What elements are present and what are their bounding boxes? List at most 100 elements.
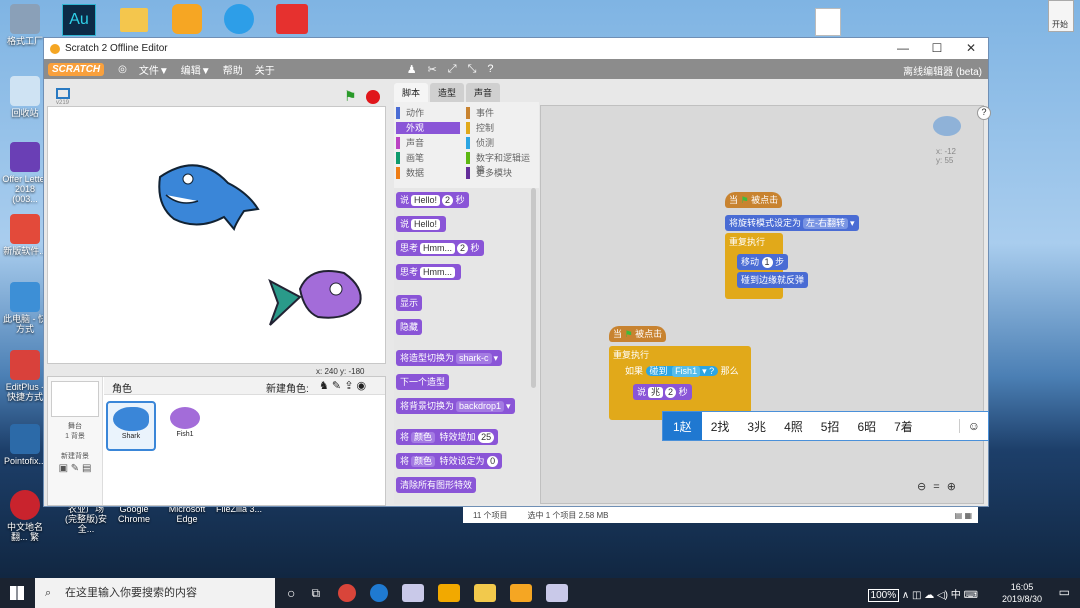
block-next-costume[interactable]: 下一个造型 bbox=[396, 374, 450, 390]
top-right-widget[interactable]: 开始 bbox=[1048, 0, 1074, 32]
touching-dropdown[interactable]: Fish1 bbox=[672, 366, 701, 377]
block-number[interactable]: 0 bbox=[487, 456, 499, 467]
app-taskbar-icon[interactable] bbox=[402, 584, 425, 602]
category-motion[interactable]: 动作 bbox=[396, 107, 460, 119]
block-switch-backdrop[interactable]: 将背景切换为 backdrop1 ▾ bbox=[396, 398, 515, 414]
scratch-taskbar-icon[interactable] bbox=[510, 584, 533, 602]
move-steps-block[interactable]: 移动 1 步 bbox=[737, 254, 789, 270]
ime-candidate[interactable]: 6昭 bbox=[848, 418, 885, 435]
desktop-icon-chrome[interactable]: Google Chrome bbox=[112, 504, 156, 524]
say-text-input[interactable]: 兆 bbox=[648, 387, 664, 398]
fullscreen-icon[interactable] bbox=[56, 88, 70, 99]
category-events[interactable]: 事件 bbox=[466, 107, 530, 119]
qq-browser-icon[interactable] bbox=[224, 4, 254, 34]
delete-icon[interactable]: ✂ bbox=[428, 63, 437, 76]
when-flag-clicked-hat[interactable]: 当 ⚑ 被点击 bbox=[609, 326, 667, 342]
say-for-secs-block[interactable]: 说兆2 秒 bbox=[633, 384, 692, 400]
block-input[interactable]: Hmm... bbox=[420, 243, 456, 254]
shark-sprite[interactable] bbox=[158, 164, 260, 232]
ime-candidate[interactable]: 5招 bbox=[812, 418, 849, 435]
grow-icon[interactable]: ⤢ bbox=[448, 63, 457, 76]
block-say-for-secs[interactable]: 说 Hello! 2 秒 bbox=[396, 192, 469, 208]
block-number[interactable]: 2 bbox=[665, 387, 677, 398]
tab-scripts[interactable]: 脚本 bbox=[394, 83, 429, 102]
block-input[interactable]: Hello! bbox=[411, 219, 441, 230]
minimize-button[interactable]: — bbox=[886, 38, 920, 59]
category-sound[interactable]: 声音 bbox=[396, 137, 460, 149]
category-data[interactable]: 数据 bbox=[396, 167, 460, 179]
tray-icons[interactable]: 100% ∧ ◫ ☁ ◁) 中 ⌨ bbox=[867, 586, 978, 602]
view-toggle-icons[interactable]: ▤ ▦ bbox=[955, 511, 972, 520]
desktop-icon-pdf[interactable]: Offer Letter 2018 (003... bbox=[2, 142, 48, 204]
category-operators[interactable]: 数字和逻辑运算 bbox=[466, 152, 530, 175]
menu-help[interactable]: 帮助 bbox=[223, 62, 243, 77]
zoom-out-icon[interactable]: ⊖ bbox=[917, 481, 926, 493]
rotation-dropdown[interactable]: 左-右翻转 bbox=[803, 218, 849, 229]
category-more[interactable]: 更多模块 bbox=[466, 167, 530, 179]
block-think[interactable]: 思考 Hmm... bbox=[396, 264, 462, 280]
block-number[interactable]: 2 bbox=[457, 243, 469, 254]
tab-costumes[interactable]: 造型 bbox=[430, 83, 465, 102]
block-number[interactable]: 2 bbox=[442, 195, 454, 206]
forever-block[interactable]: 重复执行 bbox=[609, 346, 751, 420]
ime-candidate[interactable]: 3兆 bbox=[738, 418, 775, 435]
app2-taskbar-icon[interactable] bbox=[546, 584, 569, 602]
cortana-icon[interactable]: ○ bbox=[287, 585, 295, 601]
stage-thumbnail-column[interactable]: 舞台 1 背景 新建背景 ▣ ✎ ▤ bbox=[48, 377, 103, 505]
green-flag-icon[interactable]: ⚑ bbox=[344, 88, 357, 105]
notification-icon[interactable]: ▭ bbox=[1059, 585, 1070, 599]
bounce-on-edge-block[interactable]: 碰到边缘就反弹 bbox=[737, 272, 809, 288]
duplicate-icon[interactable]: ♟ bbox=[407, 63, 417, 76]
desktop-icon-software[interactable]: 新版软件... bbox=[2, 214, 48, 256]
chrome-taskbar-icon[interactable] bbox=[338, 584, 357, 602]
desktop-top-icon-audition[interactable]: Au bbox=[62, 4, 96, 36]
desktop-icon-pointofix[interactable]: Pointofix... bbox=[2, 424, 48, 466]
globe-icon[interactable]: ◎ bbox=[118, 64, 127, 75]
block-set-effect[interactable]: 将颜色 特效设定为 0 bbox=[396, 453, 503, 469]
sprite-tile-shark[interactable]: Shark bbox=[106, 401, 156, 451]
ime-candidate[interactable]: 1赵 bbox=[663, 412, 702, 440]
app-icon-s[interactable] bbox=[172, 4, 202, 34]
desktop-icon-this-pc[interactable]: 此电脑 - 快方式 bbox=[2, 282, 48, 334]
ime-candidate[interactable]: 4照 bbox=[775, 418, 812, 435]
task-view-icon[interactable]: ⧉ bbox=[311, 586, 320, 601]
when-flag-clicked-hat[interactable]: 当 ⚑ 被点击 bbox=[725, 192, 783, 208]
block-show[interactable]: 显示 bbox=[396, 295, 423, 311]
set-rotation-style-block[interactable]: 将旋转模式设定为 左-右翻转 ▾ bbox=[725, 215, 859, 231]
stage-canvas[interactable] bbox=[47, 106, 386, 364]
block-hide[interactable]: 隐藏 bbox=[396, 319, 423, 335]
touching-block[interactable]: 碰到 Fish1 ▾ ? bbox=[645, 366, 719, 377]
taskbar-clock[interactable]: 16:05 2019/8/30 bbox=[1002, 581, 1042, 605]
effect-dropdown[interactable]: 颜色 bbox=[411, 432, 436, 443]
help-icon[interactable]: ? bbox=[487, 63, 493, 76]
block-input[interactable]: Hmm... bbox=[420, 267, 456, 278]
block-clear-effects[interactable]: 清除所有图形特效 bbox=[396, 477, 477, 493]
block-think-for-secs[interactable]: 思考 Hmm... 2 秒 bbox=[396, 240, 484, 256]
folder-icon[interactable] bbox=[120, 8, 148, 32]
maximize-button[interactable]: ☐ bbox=[920, 38, 954, 59]
explorer-taskbar-icon[interactable] bbox=[474, 584, 497, 602]
block-change-effect[interactable]: 将颜色 特效增加 25 bbox=[396, 429, 499, 445]
shield-taskbar-icon[interactable] bbox=[438, 584, 461, 602]
shrink-icon[interactable]: ⤡ bbox=[468, 63, 477, 76]
backdrop-dropdown[interactable]: backdrop1 bbox=[456, 401, 505, 412]
menu-edit[interactable]: 编辑▼ bbox=[181, 62, 211, 77]
emoji-icon[interactable]: ☺ bbox=[958, 419, 988, 433]
block-switch-costume[interactable]: 将造型切换为 shark-c ▾ bbox=[396, 350, 503, 366]
new-backdrop-tools[interactable]: ▣ ✎ ▤ bbox=[48, 463, 102, 474]
sprite-tile-fish1[interactable]: Fish1 bbox=[160, 401, 210, 451]
block-number[interactable]: 1 bbox=[761, 257, 773, 268]
window-titlebar[interactable]: Scratch 2 Offline Editor — ☐ ✕ bbox=[44, 38, 988, 59]
taskbar-search-input[interactable]: ⌕ 在这里输入你要搜索的内容 bbox=[35, 578, 275, 608]
windows-start-icon[interactable] bbox=[10, 586, 24, 600]
app-icon-red[interactable] bbox=[276, 4, 308, 34]
desktop-icon-bottom-1[interactable]: 农业广场 (完整版)安全... bbox=[62, 504, 110, 534]
effect-dropdown[interactable]: 颜色 bbox=[411, 456, 436, 467]
palette-scrollbar[interactable] bbox=[531, 188, 536, 388]
ime-lang[interactable]: 中 bbox=[951, 590, 961, 601]
category-looks[interactable]: 外观 bbox=[396, 122, 460, 134]
stage-thumbnail[interactable] bbox=[51, 381, 99, 417]
category-pen[interactable]: 画笔 bbox=[396, 152, 460, 164]
block-input[interactable]: Hello! bbox=[411, 195, 441, 206]
desktop-icon-translate[interactable]: 中文地名翻... 繁 bbox=[2, 490, 48, 542]
